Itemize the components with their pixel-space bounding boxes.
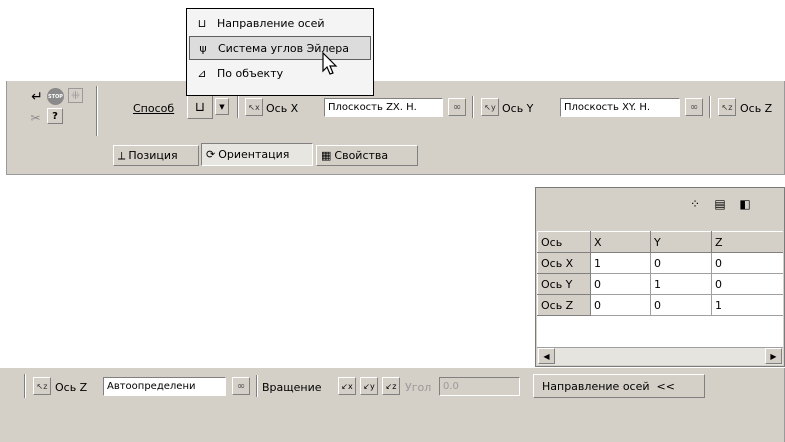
xy-link-icon[interactable]: ∞ xyxy=(685,98,703,116)
axes-direction-icon: ⊔ xyxy=(197,16,207,30)
help-icon[interactable]: ? xyxy=(47,108,63,124)
rotation-label: Вращение xyxy=(262,380,322,394)
matrix-table-area: Ось X Y Z Ось X 1 0 0 Ось Y 0 1 0 Ось Z … xyxy=(537,231,783,347)
table-cell[interactable]: 1 xyxy=(590,252,651,274)
orientation-icon: ⟳ xyxy=(206,148,216,161)
axis-y-button[interactable]: ↖y xyxy=(481,98,499,116)
auto-detect-field[interactable]: Автоопределени xyxy=(103,377,226,396)
table-cell[interactable]: 0 xyxy=(711,252,783,274)
axis-x-label: Ось X xyxy=(266,101,299,115)
axis-z-label: Ось Z xyxy=(740,101,773,115)
table-row: Ось X 1 0 0 xyxy=(537,252,783,274)
row-header: Ось Y xyxy=(537,273,591,295)
menu-item-euler-angles[interactable]: ψ Система углов Эйлера xyxy=(189,36,371,60)
save-icon[interactable]: ◧ xyxy=(737,196,753,212)
table-cell[interactable]: 1 xyxy=(711,294,783,316)
angle-label: Угол xyxy=(405,380,432,394)
tab-orientation[interactable]: ⟳ Ориентация xyxy=(201,143,313,166)
scroll-left-button[interactable]: ◀ xyxy=(538,348,555,364)
axis-y-label: Ось Y xyxy=(502,101,534,115)
column-header: Z xyxy=(711,231,783,253)
scroll-right-button[interactable]: ▶ xyxy=(765,348,782,364)
stop-icon[interactable]: STOP xyxy=(47,88,64,105)
xy-plane-field[interactable]: Плоскость XY. Н. xyxy=(560,98,680,117)
zx-plane-field[interactable]: Плоскость ZX. Н. xyxy=(324,98,443,117)
rotate-z-button[interactable]: ↙z xyxy=(382,377,400,395)
pin-icon[interactable]: ✂ xyxy=(28,110,43,125)
angle-field[interactable]: 0.0 xyxy=(439,377,520,396)
axis-x-button[interactable]: ↖x xyxy=(245,98,263,116)
menu-item-axes-direction[interactable]: ⊔ Направление осей xyxy=(189,12,371,34)
table-cell[interactable]: 0 xyxy=(650,294,712,316)
matrix-grid-icon[interactable]: ⁘ xyxy=(687,196,703,212)
table-cell[interactable]: 0 xyxy=(590,273,651,295)
method-dropdown-menu: ⊔ Направление осей ψ Система углов Эйлер… xyxy=(186,8,374,96)
zx-link-icon[interactable]: ∞ xyxy=(448,98,466,116)
rotate-x-button[interactable]: ↙x xyxy=(338,377,356,395)
mouse-cursor-icon xyxy=(322,52,338,75)
tab-position[interactable]: ⟂ Позиция xyxy=(113,145,199,166)
chevron-down-icon: ▼ xyxy=(219,102,225,111)
grid-icon[interactable]: ⁜ xyxy=(68,88,83,103)
table-cell[interactable]: 1 xyxy=(650,273,712,295)
method-dropdown-button[interactable]: ▼ xyxy=(215,98,229,115)
z-link-icon[interactable]: ∞ xyxy=(232,377,250,395)
euler-angles-icon: ψ xyxy=(199,41,207,55)
menu-item-by-object[interactable]: ⊿ По объекту xyxy=(189,62,371,84)
matrix-table: Ось X Y Z Ось X 1 0 0 Ось Y 0 1 0 Ось Z … xyxy=(537,231,783,316)
table-cell[interactable]: 0 xyxy=(650,252,712,274)
column-header: X xyxy=(590,231,651,253)
position-icon: ⟂ xyxy=(118,148,126,162)
axes-direction-icon: ⊔ xyxy=(194,99,206,115)
horizontal-scrollbar[interactable] xyxy=(537,347,783,365)
rotate-y-button[interactable]: ↙y xyxy=(360,377,378,395)
open-folder-icon[interactable]: ▤ xyxy=(712,196,728,212)
enter-arrow-icon[interactable]: ↵ xyxy=(30,90,44,104)
method-selector[interactable]: ⊔ xyxy=(187,95,213,119)
by-object-icon: ⊿ xyxy=(197,66,207,80)
column-header: Ось xyxy=(537,231,591,253)
axis-z-button[interactable]: ↖z xyxy=(718,98,736,116)
row-header: Ось X xyxy=(537,252,591,274)
table-cell[interactable]: 0 xyxy=(590,294,651,316)
axes-direction-toggle-button[interactable]: Направление осей << xyxy=(533,374,705,398)
table-header-row: Ось X Y Z xyxy=(537,231,783,253)
axis-z-label-bottom: Ось Z xyxy=(55,380,88,394)
column-header: Y xyxy=(650,231,712,253)
properties-icon: ▦ xyxy=(321,149,332,162)
axis-z-button-bottom[interactable]: ↖z xyxy=(33,377,51,395)
method-label: Способ xyxy=(133,101,175,115)
table-cell[interactable]: 0 xyxy=(711,273,783,295)
table-row: Ось Z 0 0 1 xyxy=(537,294,783,316)
row-header: Ось Z xyxy=(537,294,591,316)
table-row: Ось Y 0 1 0 xyxy=(537,273,783,295)
tab-properties[interactable]: ▦ Свойства xyxy=(316,145,418,166)
